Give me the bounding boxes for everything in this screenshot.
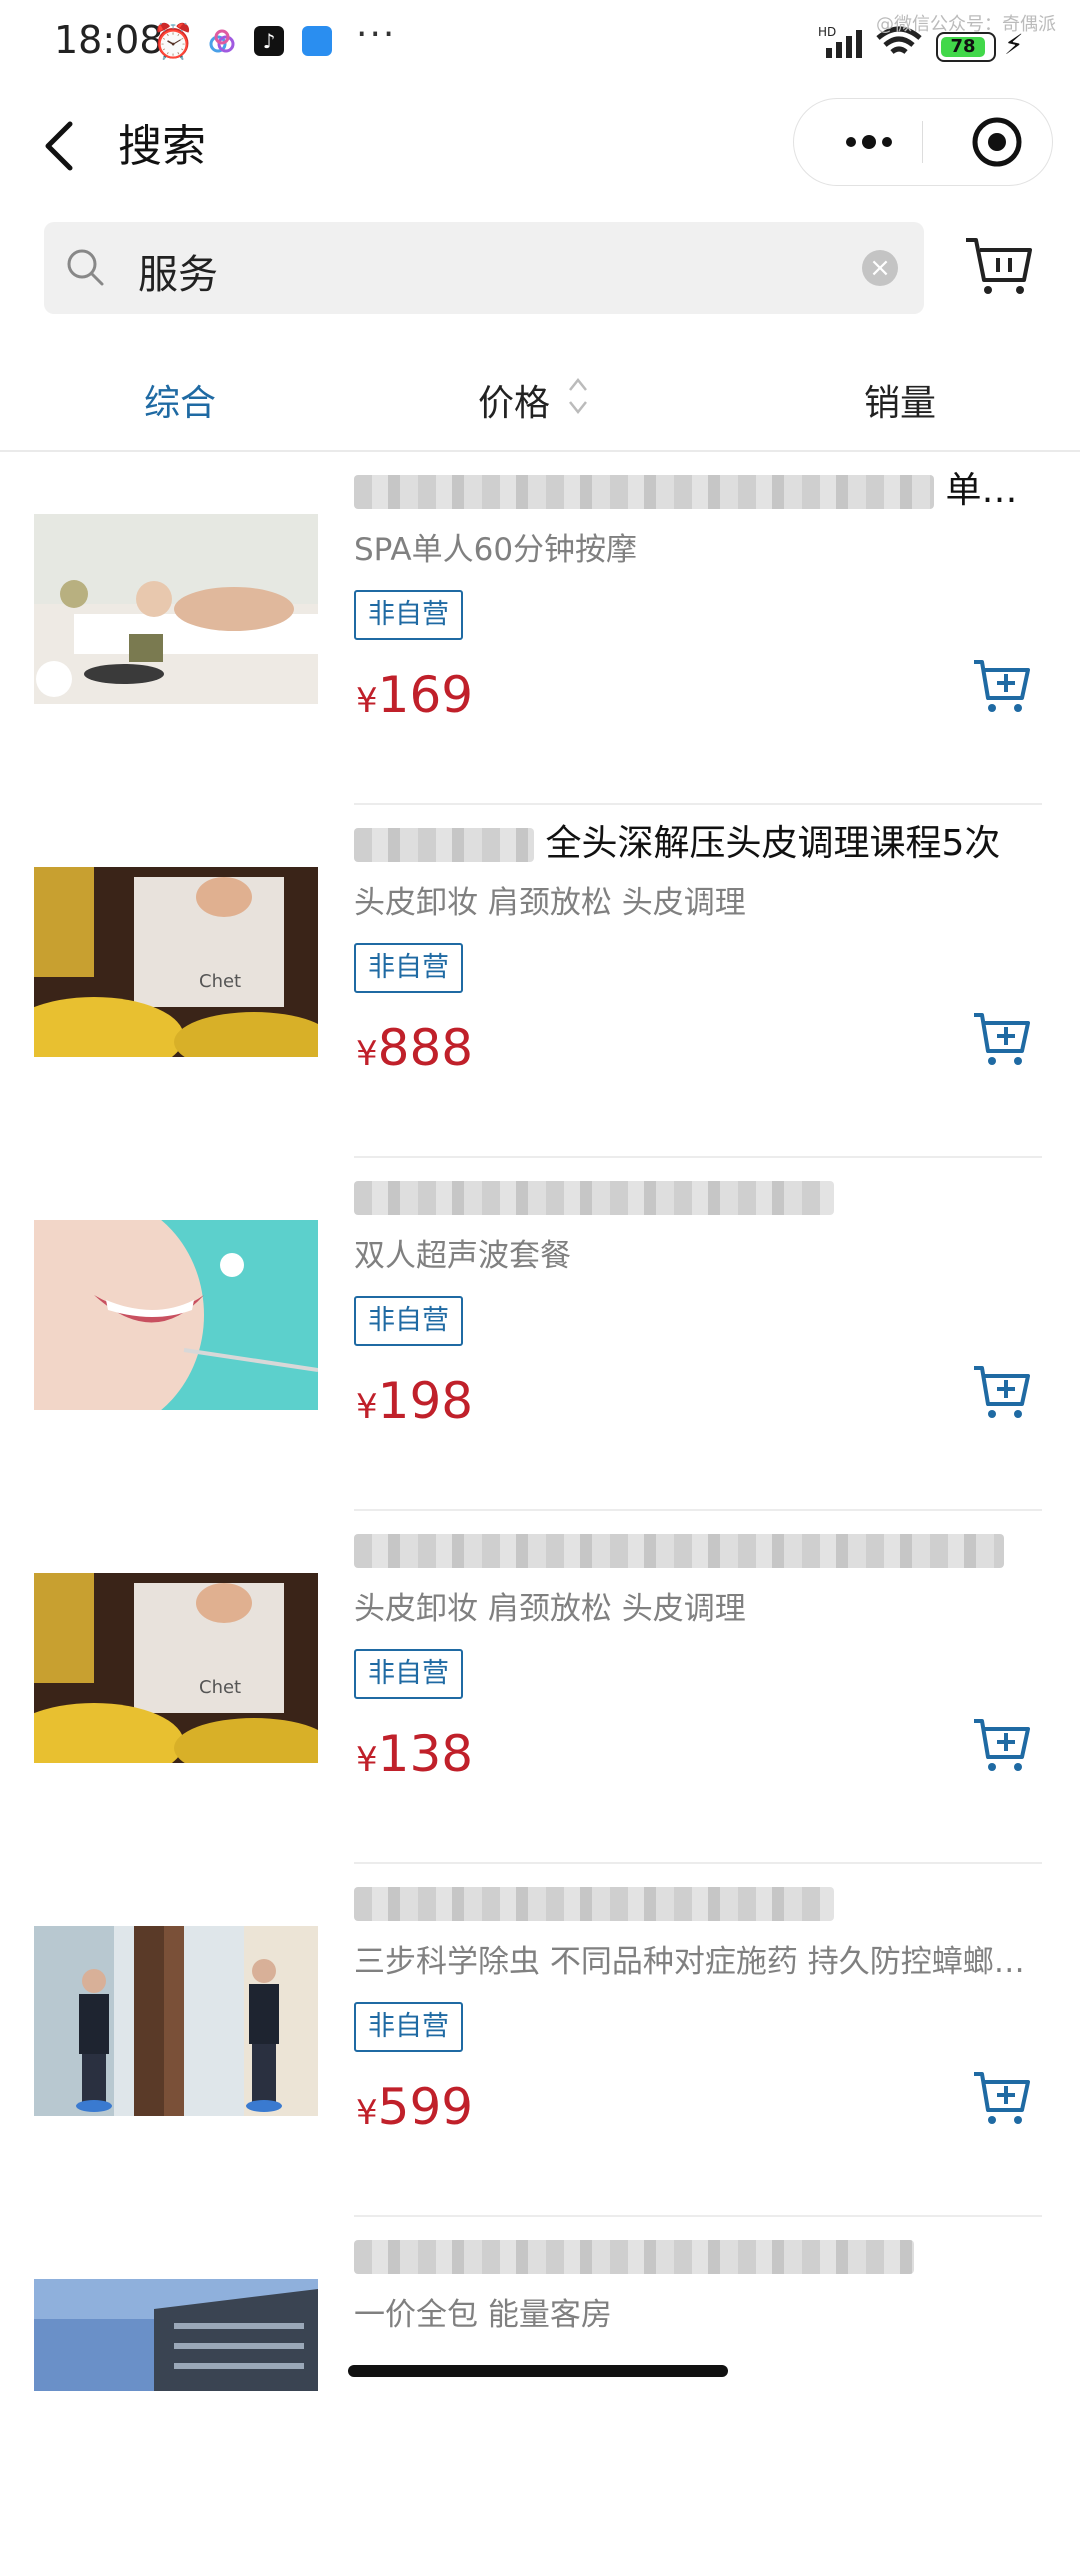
tab-sales[interactable]: 销量 [864, 374, 936, 426]
sort-tabs: 综合 价格 销量 [0, 350, 1080, 452]
currency-symbol: ¥ [356, 2093, 378, 2133]
product-price: ¥198 [356, 1372, 473, 1430]
blurred-text [354, 1181, 834, 1215]
blurred-text [354, 1534, 1004, 1568]
product-card[interactable]: 三步科学除虫 不同品种对症施药 持久防控蟑螂… 非自营 ¥599 [0, 1864, 1080, 2217]
cloud-app-icon [302, 26, 332, 56]
product-title[interactable]: 全头深解压头皮调理课程5次 [354, 819, 1042, 869]
search-icon [67, 249, 104, 286]
svg-text:Chet: Chet [199, 971, 241, 992]
currency-symbol: ¥ [356, 1740, 378, 1780]
cart-icon[interactable] [962, 230, 1036, 304]
non-self-operated-tag: 非自营 [354, 590, 463, 640]
product-price: ¥138 [356, 1725, 473, 1783]
currency-symbol: ¥ [356, 1387, 378, 1427]
miniprogram-capsule [793, 98, 1053, 186]
product-title[interactable] [354, 1172, 1042, 1222]
add-to-cart-icon[interactable] [970, 654, 1032, 716]
battery-icon: 78 [936, 32, 996, 62]
price-value: 198 [377, 1372, 474, 1430]
add-to-cart-icon[interactable] [970, 2066, 1032, 2128]
product-description: 一价全包 能量客房 [354, 2297, 612, 2333]
product-description: SPA单人60分钟按摩 [354, 532, 638, 568]
product-image-head-spa[interactable]: Chet [34, 867, 318, 1057]
non-self-operated-tag: 非自营 [354, 2002, 463, 2052]
clear-search-icon[interactable]: × [862, 250, 898, 286]
app-notification-icon [209, 29, 235, 53]
product-image-head-spa[interactable]: Chet [34, 1573, 318, 1763]
capsule-divider [922, 121, 923, 163]
non-self-operated-tag: 非自营 [354, 943, 463, 993]
search-box[interactable]: 服务 × [44, 222, 924, 314]
non-self-operated-tag: 非自营 [354, 1649, 463, 1699]
network-type: HD [818, 25, 836, 39]
non-self-operated-tag: 非自营 [354, 1296, 463, 1346]
more-notifications-icon: ··· [356, 14, 397, 55]
close-miniprogram-icon[interactable] [954, 99, 1040, 185]
blurred-text [354, 1887, 834, 1921]
tiktok-icon: ♪ [254, 26, 284, 56]
product-description: 双人超声波套餐 [354, 1238, 571, 1274]
blurred-text [354, 475, 934, 509]
currency-symbol: ¥ [356, 1034, 378, 1074]
nav-bar: 搜索 [0, 88, 1080, 200]
currency-symbol: ¥ [356, 681, 378, 721]
product-title-text: 全头深解压头皮调理课程5次 [545, 823, 1001, 864]
product-card[interactable]: 单… SPA单人60分钟按摩 非自营 ¥169 [0, 452, 1080, 805]
blurred-text [354, 828, 534, 862]
product-description: 三步科学除虫 不同品种对症施药 持久防控蟑螂… [354, 1944, 1025, 1980]
product-title[interactable] [354, 1878, 1042, 1928]
product-image-pest-control[interactable] [34, 1926, 318, 2116]
product-price: ¥599 [356, 2078, 473, 2136]
battery-level: 78 [941, 37, 985, 57]
alarm-icon: ⏰ [152, 22, 195, 62]
status-bar: 18:08 ⏰ ♪ ··· HD 78 ⚡ @微信公众号：奇偶派 [0, 0, 1080, 88]
signal-icon: HD [818, 25, 862, 58]
add-to-cart-icon[interactable] [970, 1360, 1032, 1422]
product-card[interactable]: 一价全包 能量客房 [0, 2217, 1080, 2570]
tab-price[interactable]: 价格 [478, 374, 550, 426]
price-value: 138 [377, 1725, 474, 1783]
product-card[interactable]: Chet 头皮卸妆 肩颈放松 头皮调理 非自营 ¥138 [0, 1511, 1080, 1864]
more-options-icon[interactable] [826, 99, 912, 185]
blurred-text [354, 2240, 914, 2274]
sort-arrows-icon[interactable] [566, 374, 590, 418]
product-card[interactable]: 双人超声波套餐 非自营 ¥198 [0, 1158, 1080, 1511]
svg-text:Chet: Chet [199, 1677, 241, 1698]
back-arrow-icon[interactable] [40, 116, 80, 176]
product-title[interactable] [354, 2231, 1042, 2281]
product-description: 头皮卸妆 肩颈放松 头皮调理 [354, 1591, 746, 1627]
product-title[interactable]: 单… [354, 466, 1042, 516]
product-title-text: 单… [945, 470, 1018, 511]
add-to-cart-icon[interactable] [970, 1007, 1032, 1069]
price-value: 888 [377, 1019, 474, 1077]
tab-comprehensive[interactable]: 综合 [144, 374, 216, 426]
product-image-spa[interactable] [34, 514, 318, 704]
product-description: 头皮卸妆 肩颈放松 头皮调理 [354, 885, 746, 921]
search-input[interactable]: 服务 [138, 242, 218, 300]
product-image-dental[interactable] [34, 1220, 318, 1410]
status-time: 18:08 [54, 18, 164, 62]
product-card[interactable]: Chet 全头深解压头皮调理课程5次 头皮卸妆 肩颈放松 头皮调理 非自营 ¥8… [0, 805, 1080, 1158]
price-value: 169 [377, 666, 474, 724]
page-title: 搜索 [118, 121, 206, 172]
price-value: 599 [377, 2078, 474, 2136]
watermark: @微信公众号：奇偶派 [876, 14, 1056, 35]
add-to-cart-icon[interactable] [970, 1713, 1032, 1775]
product-price: ¥169 [356, 666, 473, 724]
product-price: ¥888 [356, 1019, 473, 1077]
product-image-hotel[interactable] [34, 2279, 318, 2391]
product-title[interactable] [354, 1525, 1042, 1575]
home-indicator[interactable] [348, 2365, 728, 2377]
